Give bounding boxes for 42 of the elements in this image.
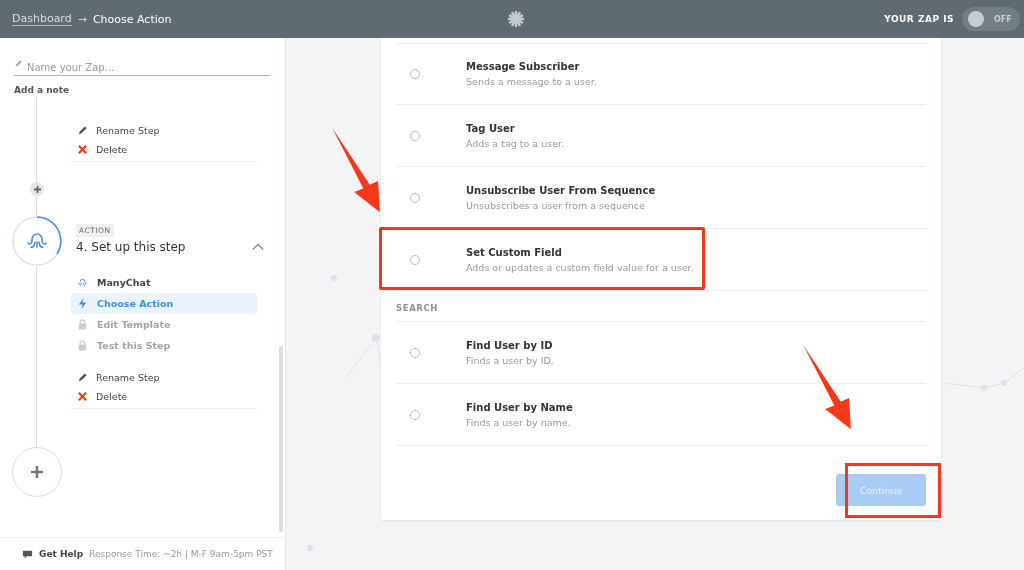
plus-icon [30, 465, 44, 479]
zap-name-field[interactable]: Name your Zap... [14, 62, 270, 76]
pencil-icon [77, 125, 88, 136]
get-help-link[interactable]: Get Help [39, 549, 84, 559]
option-description: Sends a message to a user. [466, 76, 597, 87]
option-title: Message Subscriber [466, 61, 581, 72]
plus-icon [32, 184, 42, 194]
option-title: Unsubscribe User From Sequence [466, 185, 656, 196]
lightning-icon [77, 298, 88, 309]
option-description: Unsubscribes a user from a sequence [466, 200, 646, 211]
step-nav-item[interactable]: ManyChat [71, 272, 257, 293]
octopus-icon [77, 277, 88, 288]
pencil-icon [77, 372, 88, 383]
zap-status-label: YOUR ZAP IS [884, 14, 954, 24]
breadcrumb-separator: → [77, 12, 87, 26]
option-title: Set Custom Field [466, 247, 563, 258]
option-description: Finds a user by ID. [466, 355, 554, 366]
breadcrumb-link[interactable]: Dashboard [12, 12, 72, 26]
step-title: 4. Set up this step [76, 240, 186, 254]
asterisk-logo-icon [507, 10, 525, 28]
option-description: Adds a tag to a user. [466, 138, 565, 149]
menu-item[interactable]: Delete [71, 140, 257, 159]
cross-icon [77, 144, 88, 155]
lock-icon [77, 340, 88, 351]
section-heading: SEARCH [396, 291, 926, 322]
response-time-text: Response Time: ~2h | M-F 9am-5pm PST [89, 549, 273, 559]
option-title: Find User by Name [466, 402, 573, 413]
menu-item[interactable]: Delete [71, 387, 257, 406]
menu-item[interactable]: Rename Step [71, 368, 257, 387]
add-note-link[interactable]: Add a note [14, 85, 70, 95]
pencil-icon [14, 59, 23, 68]
add-step-button[interactable] [30, 182, 44, 196]
chevron-up-icon[interactable] [252, 243, 264, 251]
option-description: Adds or updates a custom field value for a user. [466, 262, 694, 273]
lock-icon [77, 319, 88, 330]
breadcrumb-current: Choose Action [92, 12, 172, 26]
cross-icon [77, 391, 88, 402]
chat-bubble-icon [22, 548, 33, 560]
option-description: Finds a user by name. [466, 417, 572, 428]
option-title: Tag User [466, 123, 516, 134]
menu-item[interactable]: Rename Step [71, 121, 257, 140]
option-title: Find User by ID [466, 340, 554, 351]
